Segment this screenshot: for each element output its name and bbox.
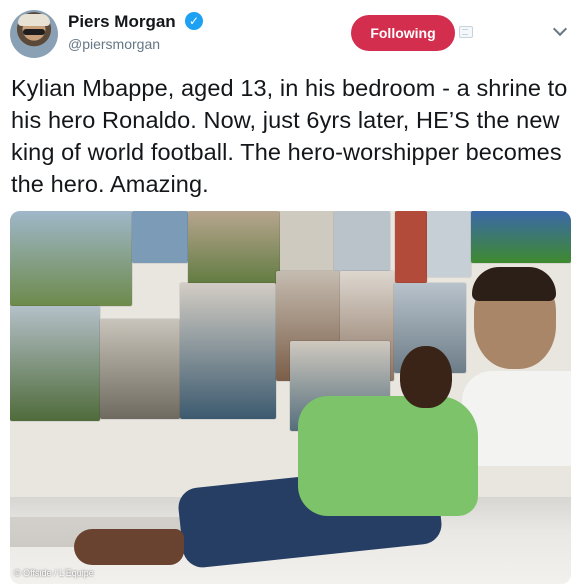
poster-hair: [472, 267, 556, 301]
verified-badge-icon: ✓: [185, 12, 203, 30]
poster: [10, 211, 132, 306]
poster: [188, 211, 280, 287]
chevron-down-icon[interactable]: [552, 21, 568, 37]
poster: [471, 211, 571, 263]
tweet-header: Piers Morgan ✓ @piersmorgan Following: [0, 0, 578, 64]
poster: [132, 211, 188, 263]
poster: [10, 306, 100, 421]
following-button[interactable]: Following: [351, 15, 455, 51]
person-foot: [74, 529, 184, 565]
notification-icon[interactable]: [459, 26, 473, 38]
tweet-photo[interactable]: [10, 211, 571, 584]
avatar-hat: [18, 14, 50, 26]
photo-credit: © Offside / L'Equipe: [14, 568, 94, 578]
poster: [100, 319, 180, 419]
tweet-text: Kylian Mbappe, aged 13, in his bedroom -…: [11, 75, 568, 197]
avatar-glasses: [23, 29, 45, 35]
person-torso: [298, 396, 478, 516]
poster: [427, 211, 471, 277]
poster: [334, 211, 390, 271]
author-name[interactable]: Piers Morgan: [68, 12, 176, 32]
poster: [180, 283, 276, 419]
poster-shirt: [462, 371, 571, 466]
author-handle[interactable]: @piersmorgan: [68, 36, 160, 52]
poster: [280, 211, 334, 271]
person-head: [400, 346, 452, 408]
poster: [395, 211, 427, 283]
avatar[interactable]: [10, 10, 58, 58]
